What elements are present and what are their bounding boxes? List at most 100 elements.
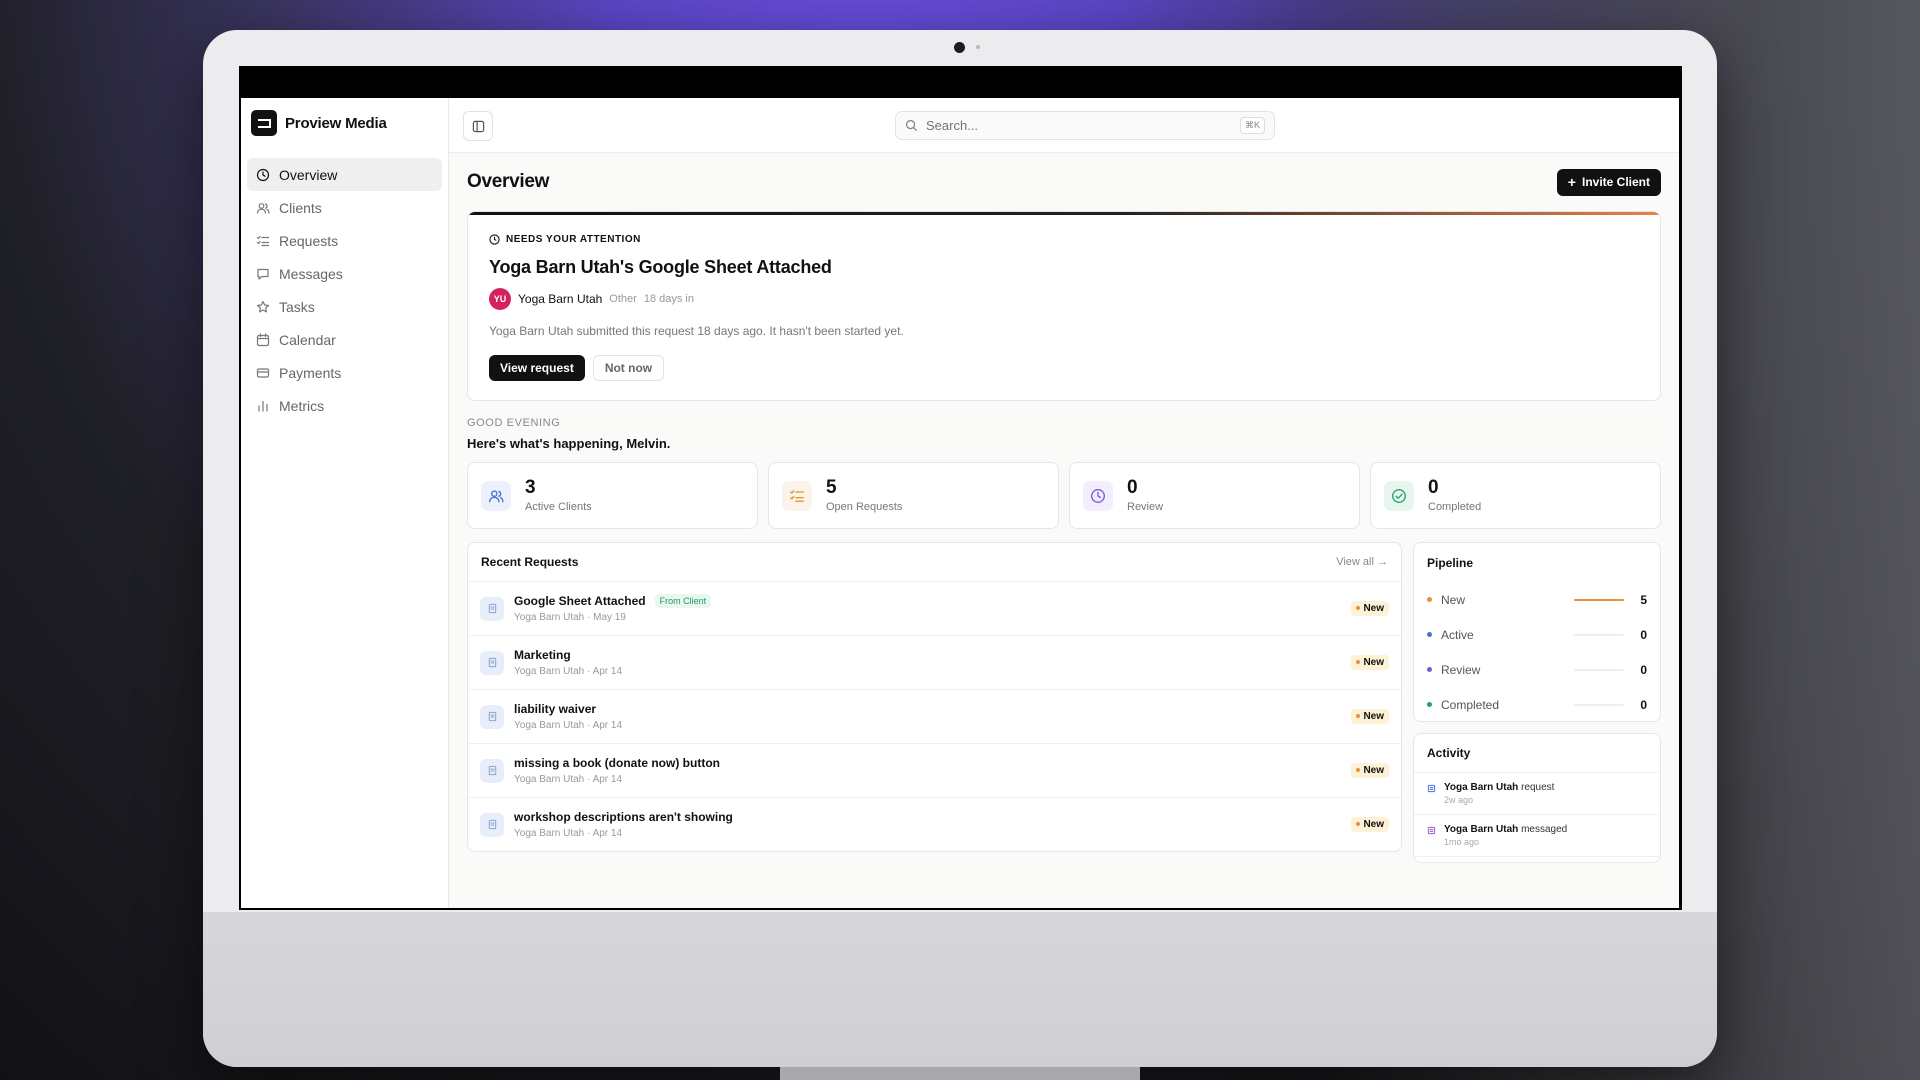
greeting-kicker: GOOD EVENING [467,417,561,429]
table-row[interactable]: Google Sheet Attached From Client Yoga Ba… [468,582,1401,636]
activity-card: Activity Yoga Barn Utah request 2w ago Y… [1413,733,1661,863]
attention-description: Yoga Barn Utah submitted this request 18… [489,324,904,338]
request-title: Google Sheet Attached [514,594,646,608]
stat-label: Active Clients [525,501,592,513]
greeting-message: Here's what's happening, Melvin. [467,436,671,451]
request-title-line: missing a book (donate now) button [514,756,1341,770]
activity-title: Activity [1427,746,1471,760]
request-list: Google Sheet Attached From Client Yoga Ba… [468,582,1401,851]
message-icon [257,268,269,280]
recent-requests-card: Recent Requests View all → Google Sheet … [467,542,1402,852]
activity-who: Yoga Barn Utah [1444,824,1519,835]
view-all-link[interactable]: View all → [1336,556,1388,568]
invite-client-label: Invite Client [1581,175,1650,189]
pipeline-value: 0 [1640,697,1647,712]
search-input[interactable] [926,118,1232,133]
sidebar-item-overview[interactable]: Overview [247,158,442,191]
pipeline-list: New 5 Active 0 Review 0 Completed 0 [1414,582,1660,722]
request-title-line: workshop descriptions aren't showing [514,810,1341,824]
table-row[interactable]: workshop descriptions aren't showing Yog… [468,798,1401,851]
table-row[interactable]: missing a book (donate now) button Yoga … [468,744,1401,798]
side-column: Pipeline New 5 Active 0 Review 0 Complet… [1413,542,1661,863]
camera-icon [954,42,965,53]
attention-label-text: NEEDS YOUR ATTENTION [506,234,641,245]
pipeline-value: 0 [1640,627,1647,642]
main-area: ⌘K Overview + Invite Client [449,98,1679,908]
request-title: Marketing [514,648,571,662]
users-icon [489,489,504,502]
pipeline-name: Active [1441,627,1474,642]
sidebar-item-requests[interactable]: Requests [247,224,442,257]
attention-card: NEEDS YOUR ATTENTION Yoga Barn Utah's Go… [467,211,1661,401]
document-icon [480,758,504,783]
stat-value: 3 [525,477,536,498]
pipeline-row-completed[interactable]: Completed 0 [1414,687,1660,722]
pipeline-row-new[interactable]: New 5 [1414,582,1660,617]
table-row[interactable]: Marketing Yoga Barn Utah · Apr 14 New [468,636,1401,690]
sidebar-item-clients[interactable]: Clients [247,191,442,224]
sidebar-item-calendar[interactable]: Calendar [247,323,442,356]
sidebar-item-payments[interactable]: Payments [247,356,442,389]
sidebar-item-metrics[interactable]: Metrics [247,389,442,422]
stat-card-open-requests[interactable]: 5 Open Requests [768,462,1059,529]
attention-client[interactable]: Yoga Barn Utah [518,292,602,306]
search-bar[interactable]: ⌘K [895,111,1275,140]
search-shortcut: ⌘K [1239,117,1265,134]
stat-text: 0 Review [1127,478,1163,514]
stat-card-review[interactable]: 0 Review [1069,462,1360,529]
panel-icon [472,120,484,132]
document-icon [480,596,504,621]
status-badge-label: New [1363,819,1384,830]
monitor-frame: Proview Media Overview Clients Requests Mes… [203,30,1717,1067]
attention-meta: YU Yoga Barn Utah Other 18 days in [489,288,1639,310]
sidebar-item-messages[interactable]: Messages [247,257,442,290]
list-item[interactable]: Yoga Barn Utah request 2w ago [1414,773,1660,815]
activity-time: 2w ago [1444,795,1474,805]
request-text: Google Sheet Attached From Client Yoga Ba… [514,594,1341,623]
stat-icon-box [481,480,511,511]
activity-icon [1427,826,1436,835]
sidebar-item-label: Calendar [279,331,336,348]
stat-text: 5 Open Requests [826,478,902,514]
activity-text: Yoga Barn Utah request [1444,782,1554,793]
app-window: Proview Media Overview Clients Requests Mes… [241,98,1679,908]
brand[interactable]: Proview Media [247,108,442,138]
clock-icon [1091,488,1105,503]
activity-list: Yoga Barn Utah request 2w ago Yoga Barn … [1414,773,1660,857]
activity-action: request [1521,782,1555,793]
invite-client-button[interactable]: + Invite Client [1556,168,1661,196]
pipeline-row-review[interactable]: Review 0 [1414,652,1660,687]
sidebar-item-tasks[interactable]: Tasks [247,290,442,323]
request-text: liability waiver Yoga Barn Utah · Apr 14 [514,702,1341,731]
pipeline-row-active[interactable]: Active 0 [1414,617,1660,652]
sidebar-item-label: Payments [279,364,342,381]
pipeline-bar [1574,703,1624,706]
pipeline-title: Pipeline [1427,555,1474,570]
stat-card-active-clients[interactable]: 3 Active Clients [467,462,758,529]
attention-title: Yoga Barn Utah's Google Sheet Attached [489,257,832,277]
sidebar-toggle-button[interactable] [463,111,493,141]
status-badge-label: New [1363,603,1384,614]
request-subtitle: Yoga Barn Utah · Apr 14 [514,720,623,731]
activity-text-block: Yoga Barn Utah messaged 1mo ago [1444,824,1567,856]
pipeline-name: Review [1441,662,1481,677]
sensor-icon [976,45,980,49]
avatar: YU [489,288,511,310]
status-badge: New [1351,601,1389,616]
sidebar-item-label: Metrics [279,397,325,414]
status-dot-icon [1427,667,1432,672]
status-badge-label: New [1363,657,1384,668]
arrow-right-icon: → [1377,556,1388,568]
status-badge: New [1351,655,1389,670]
sidebar-item-label: Overview [279,166,338,183]
star-icon [256,300,270,312]
view-request-button[interactable]: View request [489,355,585,381]
stat-card-completed[interactable]: 0 Completed [1370,462,1661,529]
stat-icon-box [1083,480,1113,511]
topbar: ⌘K [449,98,1679,153]
request-subtitle: Yoga Barn Utah · Apr 14 [514,666,623,677]
table-row[interactable]: liability waiver Yoga Barn Utah · Apr 14… [468,690,1401,744]
page-content: Overview + Invite Client NEEDS YOUR ATTE… [449,153,1679,908]
not-now-button[interactable]: Not now [592,355,665,381]
list-item[interactable]: Yoga Barn Utah messaged 1mo ago [1414,815,1660,857]
